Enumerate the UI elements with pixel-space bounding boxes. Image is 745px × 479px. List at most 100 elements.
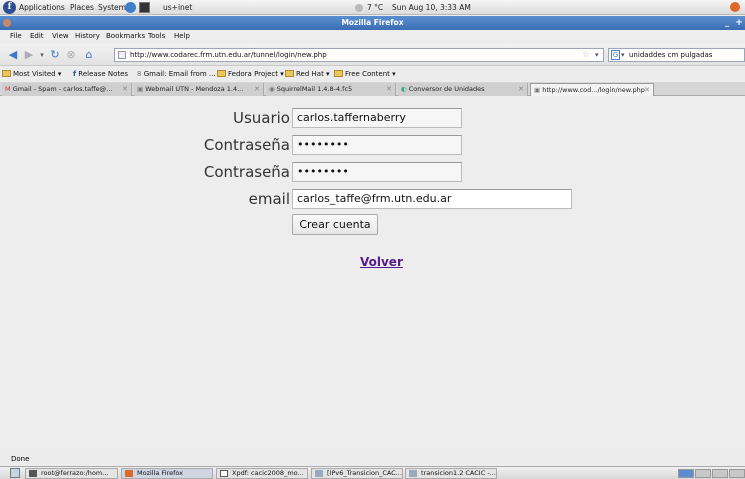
- bookmarks-toolbar: Most Visited ▾ f Release Notes 8 Gmail: …: [0, 67, 745, 81]
- menu-tools[interactable]: Tools: [148, 32, 165, 40]
- bookmark-label: Red Hat: [296, 70, 324, 78]
- back-arrow-icon[interactable]: ◀: [6, 48, 20, 62]
- stop-icon[interactable]: ⊗: [64, 48, 78, 62]
- status-bar: Done: [0, 454, 745, 465]
- bookmark-fedora-project[interactable]: Fedora Project ▾: [217, 69, 284, 79]
- clock[interactable]: Sun Aug 10, 3:33 AM: [392, 2, 471, 13]
- username-field[interactable]: carlos.taffernaberry: [292, 108, 462, 128]
- url-input[interactable]: http://www.codarec.frm.utn.edu.ar/tunnel…: [114, 48, 604, 62]
- tab-bar: M Gmail - Spam - carlos.taffe@... ✕ ▣ We…: [0, 82, 745, 96]
- page-icon: ▣: [137, 85, 144, 93]
- bookmark-label: Gmail: Email from ...: [143, 70, 216, 78]
- converter-icon: ◐: [401, 85, 407, 93]
- tab-webmail[interactable]: ▣ Webmail UTN - Mendoza 1.4... ✕: [134, 83, 264, 96]
- window-title: Mozilla Firefox: [341, 18, 404, 27]
- menu-edit[interactable]: Edit: [30, 32, 44, 40]
- task-xpdf[interactable]: Xpdf: cacic2008_mo...: [216, 468, 308, 479]
- task-ipv6-doc[interactable]: [IPv6_Transicion_CAC...: [311, 468, 403, 479]
- tab-gmail[interactable]: M Gmail - Spam - carlos.taffe@... ✕: [2, 83, 132, 96]
- document-icon: [409, 470, 417, 477]
- forward-arrow-icon[interactable]: ▶: [22, 48, 36, 62]
- workspace-4[interactable]: [729, 469, 745, 478]
- workspace-1[interactable]: [678, 469, 694, 478]
- gmail-icon: M: [5, 85, 11, 93]
- close-icon[interactable]: ✕: [122, 83, 128, 95]
- close-icon[interactable]: ✕: [644, 84, 650, 96]
- menubar: File Edit View History Bookmarks Tools H…: [0, 31, 745, 43]
- menu-bookmarks[interactable]: Bookmarks: [106, 32, 145, 40]
- window-titlebar: Mozilla Firefox _ +: [0, 16, 745, 30]
- show-desktop-icon[interactable]: [10, 468, 20, 478]
- bookmark-label: Free Content: [345, 70, 390, 78]
- browser-launcher-icon[interactable]: [125, 2, 136, 13]
- tab-label: http://www.cod.../login/new.php: [542, 86, 645, 94]
- tab-current[interactable]: ▣ http://www.cod.../login/new.php ✕: [530, 83, 654, 96]
- minimize-icon[interactable]: _: [723, 19, 731, 27]
- search-engine-icon[interactable]: G: [611, 50, 620, 60]
- tab-conversor[interactable]: ◐ Conversor de Unidades ✕: [398, 83, 528, 96]
- top-panel: f Applications Places System us+inet 7 °…: [0, 0, 745, 15]
- close-icon[interactable]: ✕: [518, 83, 524, 95]
- reload-icon[interactable]: ↻: [48, 48, 62, 62]
- system-menu[interactable]: System: [98, 2, 126, 13]
- navigation-toolbar: ◀ ▶ ▾ ↻ ⊗ ⌂ http://www.codarec.frm.utn.e…: [0, 44, 745, 66]
- applications-menu[interactable]: Applications: [19, 2, 65, 13]
- workspace-2[interactable]: [695, 469, 711, 478]
- bookmark-gmail[interactable]: 8 Gmail: Email from ...: [137, 69, 216, 79]
- fedora-logo-icon[interactable]: f: [3, 1, 16, 14]
- window-menu-icon[interactable]: [3, 19, 11, 27]
- page-favicon-icon: [118, 51, 126, 59]
- search-input[interactable]: G ▾ unidaddes cm pulgadas: [608, 48, 745, 62]
- url-text: http://www.codarec.frm.utn.edu.ar/tunnel…: [130, 51, 327, 59]
- confirm-password-field[interactable]: ••••••••: [292, 162, 462, 182]
- create-account-button[interactable]: Crear cuenta: [292, 214, 378, 235]
- bookmark-free-content[interactable]: Free Content ▾: [334, 69, 396, 79]
- url-dropdown-icon[interactable]: ▾: [595, 49, 599, 61]
- menu-help[interactable]: Help: [174, 32, 190, 40]
- firefox-icon: [125, 470, 133, 477]
- bookmark-red-hat[interactable]: Red Hat ▾: [285, 69, 330, 79]
- task-terminal[interactable]: root@ferrazo:/hom...: [25, 468, 118, 479]
- tab-label: Conversor de Unidades: [408, 85, 485, 93]
- task-label: transicion1.2 CACIC -...: [421, 469, 496, 477]
- bookmark-star-icon[interactable]: ☆: [582, 49, 590, 61]
- page-icon: ◉: [269, 85, 275, 93]
- tab-label: SquirrelMail 1.4.8-4.fc5: [276, 85, 353, 93]
- weather-temp: 7 °C: [367, 3, 384, 12]
- home-icon[interactable]: ⌂: [82, 48, 96, 62]
- history-dropdown-icon[interactable]: ▾: [35, 48, 49, 62]
- taskbar: root@ferrazo:/hom... Mozilla Firefox Xpd…: [0, 466, 745, 479]
- password-field[interactable]: ••••••••: [292, 135, 462, 155]
- task-transicion-doc[interactable]: transicion1.2 CACIC -...: [405, 468, 497, 479]
- gmail-icon: 8: [137, 70, 142, 78]
- search-engine-dropdown-icon[interactable]: ▾: [621, 49, 625, 61]
- email-label: email: [248, 190, 290, 208]
- document-icon: [315, 470, 323, 477]
- menu-view[interactable]: View: [52, 32, 69, 40]
- terminal-launcher-icon[interactable]: [139, 2, 150, 13]
- status-text: Done: [11, 455, 30, 463]
- workspace-3[interactable]: [712, 469, 728, 478]
- menu-history[interactable]: History: [75, 32, 100, 40]
- update-notifier-icon[interactable]: [730, 2, 740, 12]
- bookmark-release-notes[interactable]: f Release Notes: [73, 69, 128, 79]
- tab-squirrelmail[interactable]: ◉ SquirrelMail 1.4.8-4.fc5 ✕: [266, 83, 396, 96]
- folder-icon: [334, 70, 343, 77]
- bookmark-label: Release Notes: [78, 70, 129, 78]
- task-label: [IPv6_Transicion_CAC...: [327, 469, 402, 477]
- email-field[interactable]: carlos_taffe@frm.utn.edu.ar: [292, 189, 572, 209]
- menu-file[interactable]: File: [10, 32, 22, 40]
- terminal-icon: [29, 470, 37, 477]
- close-icon[interactable]: ✕: [254, 83, 260, 95]
- maximize-icon[interactable]: +: [735, 19, 743, 28]
- places-menu[interactable]: Places: [70, 2, 94, 13]
- close-icon[interactable]: ✕: [386, 83, 392, 95]
- back-link[interactable]: Volver: [360, 255, 403, 269]
- task-label: Mozilla Firefox: [137, 469, 183, 477]
- task-firefox[interactable]: Mozilla Firefox: [121, 468, 213, 479]
- username-label: Usuario: [232, 109, 290, 127]
- bookmark-most-visited[interactable]: Most Visited ▾: [2, 69, 61, 79]
- xpdf-icon: [220, 470, 228, 477]
- network-indicator: us+inet: [163, 3, 193, 12]
- confirm-password-label: Contraseña: [203, 163, 290, 181]
